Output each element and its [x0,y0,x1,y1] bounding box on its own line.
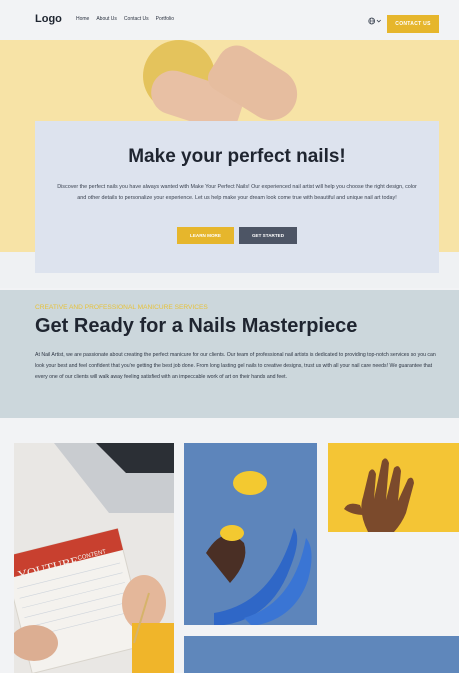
hero-description: Discover the perfect nails you have alwa… [57,184,417,201]
nav-link-contact-us[interactable]: Contact Us [124,16,149,22]
language-selector[interactable] [368,16,382,25]
nav-link-portfolio[interactable]: Portfolio [156,16,174,22]
about-section: CREATIVE AND PROFESSIONAL MANICURE SERVI… [0,290,459,418]
hero-title: Make your perfect nails! [128,146,346,167]
section-body: At Nail Artist, we are passionate about … [35,352,436,380]
nav-links: Home About Us Contact Us Portfolio [76,16,174,22]
chevron-down-icon [377,19,382,22]
section-eyebrow: CREATIVE AND PROFESSIONAL MANICURE SERVI… [35,304,208,311]
section-title: Get Ready for a Nails Masterpiece [35,315,358,337]
get-started-button[interactable]: GET STARTED [239,227,297,244]
hero-card: Make your perfect nails! Discover the pe… [35,121,439,273]
gallery-image-bananas [184,443,317,625]
top-navbar: Logo Home About Us Contact Us Portfolio … [0,0,459,40]
hand-illustration [328,443,459,532]
gallery-image-notebook: YOUTUBE CONTENT [14,443,174,673]
gallery-image-blue [184,636,459,673]
notebook-illustration: YOUTUBE CONTENT [14,443,174,673]
nav-link-about-us[interactable]: About Us [96,16,117,22]
gallery-section: YOUTUBE CONTENT [0,418,459,673]
gallery-image-hand [328,443,459,532]
bananas-illustration [184,443,317,625]
globe-icon [368,17,376,24]
learn-more-button[interactable]: LEARN MORE [177,227,234,244]
logo[interactable]: Logo [35,13,62,25]
nav-link-home[interactable]: Home [76,16,89,22]
contact-us-button[interactable]: CONTACT US [387,15,439,33]
